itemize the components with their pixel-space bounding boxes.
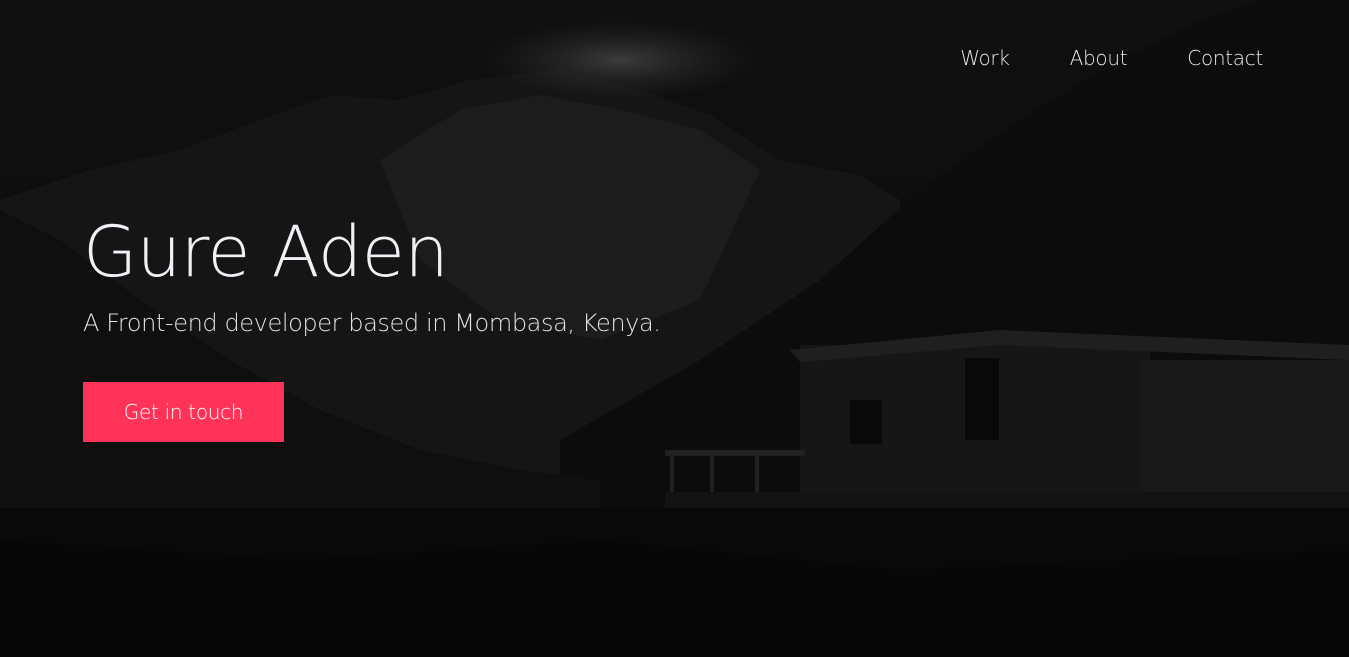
hero-content: Gure Aden A Front-end developer based in… <box>83 208 661 442</box>
hero-subtitle: A Front-end developer based in Mombasa, … <box>83 309 661 337</box>
main-nav: Work About Contact <box>960 44 1263 72</box>
nav-link-about[interactable]: About <box>1070 44 1128 72</box>
get-in-touch-button[interactable]: Get in touch <box>83 382 284 442</box>
hero-title: Gure Aden <box>83 211 449 293</box>
nav-link-contact[interactable]: Contact <box>1187 44 1263 72</box>
nav-link-work[interactable]: Work <box>960 44 1010 72</box>
hero-section: Work About Contact Gure Aden A Front-end… <box>0 0 1349 657</box>
